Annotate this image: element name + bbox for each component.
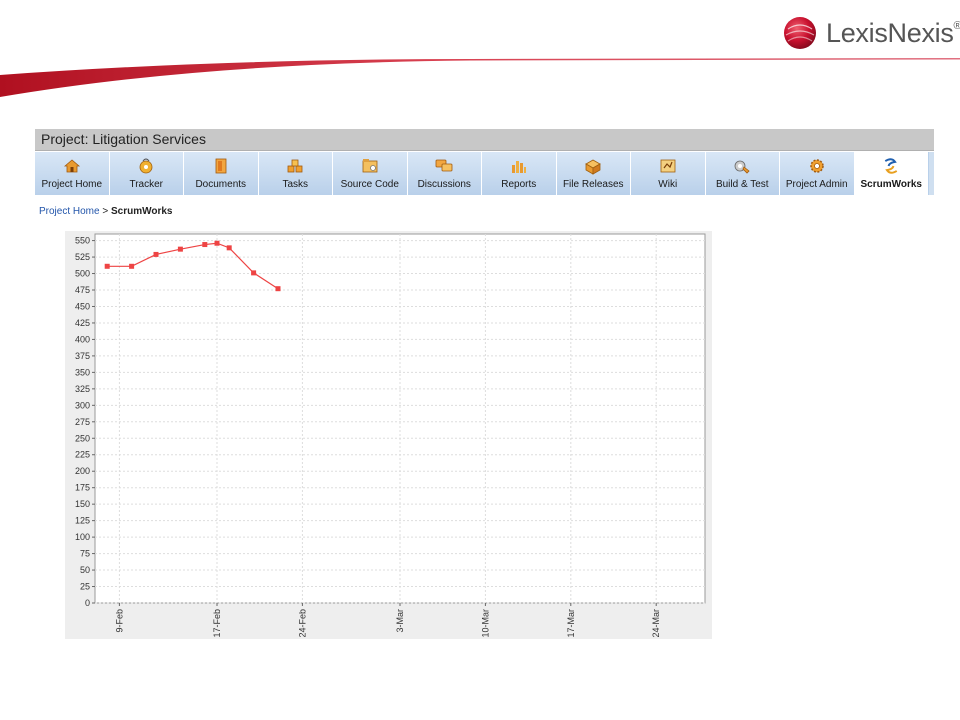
brand-name: LexisNexis (826, 17, 954, 48)
chart-y-tick-label: 425 (75, 318, 90, 328)
chart-y-tick-label: 300 (75, 400, 90, 410)
scrumworks-icon (882, 157, 900, 175)
burndown-chart: 0 25 50 75 100 125 150 175 200 225 250 275 300 325 350… (65, 231, 712, 639)
chart-y-tick-label: 50 (80, 565, 90, 575)
chart-data-point (226, 245, 232, 251)
tab-source-code[interactable]: Source Code (333, 152, 408, 195)
chart-x-tick-label: 9-Feb (114, 609, 124, 633)
build-test-icon (733, 157, 751, 175)
house-icon (63, 157, 81, 175)
lexisnexis-logo: LexisNexis® (782, 15, 960, 51)
project-header-bar: Project: Litigation Services (35, 129, 934, 151)
project-tab-bar: Project Home Tracker Documents Tasks Sou… (35, 152, 934, 195)
tab-build-test[interactable]: Build & Test (705, 152, 780, 195)
tab-project-admin[interactable]: Project Admin (780, 152, 855, 195)
chart-y-tick-label: 400 (75, 334, 90, 344)
chart-x-tick-label: 24-Feb (297, 609, 307, 638)
chart-y-tick-label: 325 (75, 384, 90, 394)
chart-y-tick-label: 475 (75, 285, 90, 295)
tab-label: Tasks (282, 179, 309, 190)
breadcrumb-home-link[interactable]: Project Home (39, 206, 100, 217)
tab-tasks[interactable]: Tasks (258, 152, 333, 195)
wiki-icon (659, 157, 677, 175)
chart-data-point (104, 263, 110, 269)
tab-label: Reports (501, 179, 537, 190)
tab-project-home[interactable]: Project Home (35, 152, 110, 195)
chart-y-tick-label: 500 (75, 269, 90, 279)
tab-documents[interactable]: Documents (184, 152, 259, 195)
chart-y-tick-label: 175 (75, 483, 90, 493)
chart-y-tick-label: 0 (85, 598, 90, 608)
source-code-icon (361, 157, 379, 175)
tab-label: Documents (195, 179, 247, 190)
chart-data-point (129, 263, 135, 269)
chart-y-tick-label: 275 (75, 417, 90, 427)
discussion-icon (435, 157, 453, 175)
chart-x-tick-label: 10-Mar (480, 609, 490, 638)
chart-y-tick-label: 250 (75, 433, 90, 443)
chart-y-tick-label: 375 (75, 351, 90, 361)
chart-y-tick-label: 25 (80, 582, 90, 592)
tab-label: Build & Test (715, 179, 769, 190)
tab-scrumworks[interactable]: ScrumWorks (854, 152, 929, 195)
tab-label: Discussions (417, 179, 471, 190)
chart-y-tick-label: 100 (75, 532, 90, 542)
chart-x-tick-label: 17-Mar (566, 609, 576, 638)
chart-y-tick-label: 125 (75, 516, 90, 526)
chart-data-point (251, 270, 257, 276)
tab-label: Source Code (340, 179, 399, 190)
chart-data-point (214, 240, 220, 246)
chart-x-tick-label: 3-Mar (395, 609, 405, 633)
breadcrumb-separator: > (102, 206, 109, 217)
tab-label: ScrumWorks (860, 179, 922, 190)
reports-icon (510, 157, 528, 175)
chart-y-tick-label: 350 (75, 367, 90, 377)
chart-y-tick-label: 150 (75, 499, 90, 509)
chart-y-tick-label: 200 (75, 466, 90, 476)
gear-icon (808, 157, 826, 175)
chart-x-tick-label: 24-Mar (651, 609, 661, 638)
chart-data-point (275, 286, 281, 292)
document-icon (212, 157, 230, 175)
tab-discussions[interactable]: Discussions (407, 152, 482, 195)
tab-label: Wiki (658, 179, 678, 190)
lexisnexis-globe-icon (784, 17, 816, 49)
tasks-icon (286, 157, 304, 175)
tab-label: Tracker (129, 179, 164, 190)
burndown-chart-svg: 0 25 50 75 100 125 150 175 200 225 250 275 300 325 350… (75, 233, 706, 638)
chart-data-point (177, 246, 183, 252)
tracker-icon (137, 157, 155, 175)
file-releases-icon (584, 157, 602, 175)
chart-y-tick-label: 75 (80, 549, 90, 559)
chart-data-point (153, 251, 159, 257)
tab-wiki[interactable]: Wiki (631, 152, 706, 195)
tab-file-releases[interactable]: File Releases (556, 152, 631, 195)
tab-reports[interactable]: Reports (482, 152, 557, 195)
chart-y-tick-label: 450 (75, 301, 90, 311)
tab-label: Project Home (41, 179, 103, 190)
chart-x-tick-label: 17-Feb (212, 609, 222, 638)
tab-tracker[interactable]: Tracker (109, 152, 184, 195)
chart-y-tick-label: 525 (75, 252, 90, 262)
header-swoosh (0, 58, 960, 97)
breadcrumb-current: ScrumWorks (110, 206, 173, 217)
project-title: Project: Litigation Services (41, 131, 206, 147)
brand-registered-mark: ® (953, 19, 960, 32)
tab-label: Project Admin (785, 179, 848, 190)
tab-label: File Releases (562, 179, 624, 190)
chart-y-tick-label: 225 (75, 450, 90, 460)
chart-data-point (202, 242, 208, 248)
breadcrumb: Project Home > ScrumWorks (39, 206, 173, 217)
chart-y-tick-label: 550 (75, 236, 90, 246)
